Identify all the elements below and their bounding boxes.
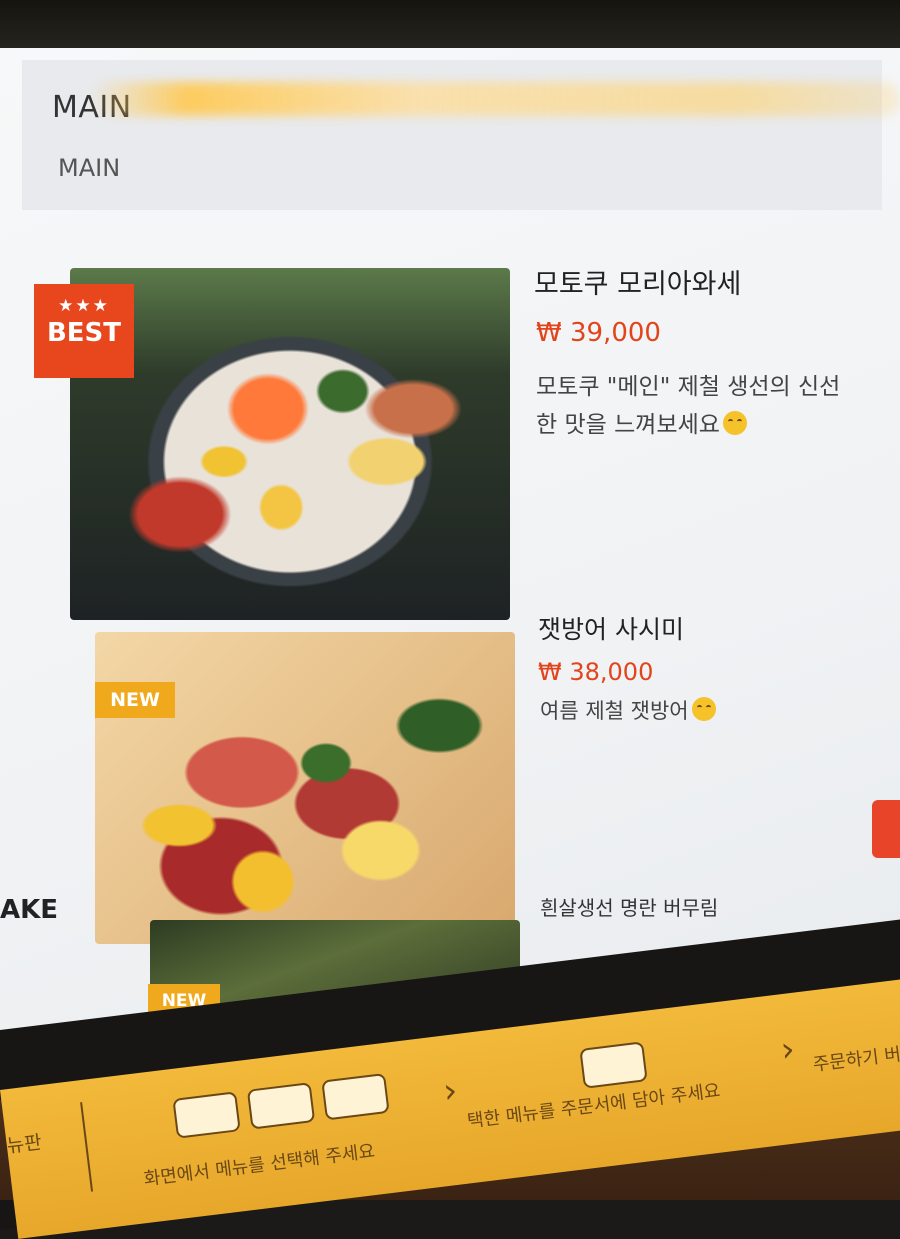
chevron-right-icon: ›: [778, 1029, 797, 1071]
add-button-partial[interactable]: [872, 800, 900, 858]
menu-bowl-icon: [246, 1082, 316, 1130]
menu-item-name[interactable]: 모토쿠 모리아와세: [534, 262, 741, 301]
chevron-right-icon: ›: [441, 1070, 460, 1112]
menu-item-name[interactable]: 잿방어 사시미: [538, 610, 684, 646]
best-badge: ★★★ BEST: [34, 284, 134, 378]
menu-item-name[interactable]: 흰살생선 명란 버무림: [540, 892, 718, 921]
menu-item-price: ₩ 39,000: [536, 318, 661, 348]
menu-item-image-kampachi[interactable]: [95, 632, 515, 944]
step1-instruction: 화면에서 메뉴를 선택해 주세요: [142, 1140, 376, 1191]
new-badge: NEW: [95, 682, 175, 718]
menu-item-image-moriawase[interactable]: [70, 268, 510, 620]
description-line: 한 맛을 느껴보세요: [536, 406, 840, 444]
menu-tray-icon: [172, 1091, 241, 1139]
menu-board-label[interactable]: 뉴판: [5, 1127, 43, 1158]
screen-glare: [90, 82, 900, 116]
best-badge-label: BEST: [46, 318, 122, 348]
description-line: 모토쿠 "메인" 제철 생선의 신선: [536, 374, 841, 400]
cart-hand-icon: [579, 1041, 648, 1089]
smile-emoji-icon: [691, 697, 716, 721]
divider: [80, 1102, 94, 1192]
step3-instruction[interactable]: 주문하기 버: [811, 1040, 900, 1077]
smile-emoji-icon: [722, 411, 747, 435]
star-icons: ★★★: [58, 296, 110, 316]
menu-dish-icon: [321, 1072, 390, 1121]
category-subtitle: MAIN: [58, 154, 121, 182]
menu-item-price: ₩ 38,000: [538, 658, 654, 686]
side-category-label[interactable]: AKE: [0, 895, 58, 925]
menu-item-description: 모토쿠 "메인" 제철 생선의 신선 한 맛을 느껴보세요: [536, 368, 840, 444]
menu-item-description: 여름 제철 잿방어: [540, 692, 716, 730]
